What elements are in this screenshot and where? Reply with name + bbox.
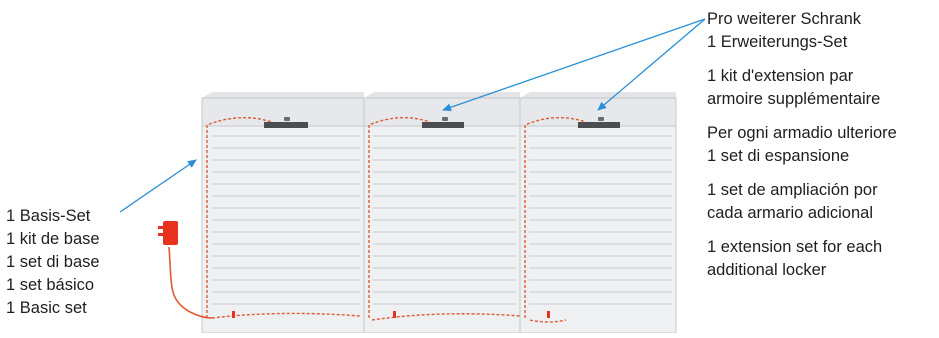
power-adapter-icon (158, 221, 178, 245)
right-label-line: 1 set de ampliación por (707, 181, 878, 199)
right-label-line: 1 extension set for each (707, 238, 883, 256)
lock-panel-icon (578, 122, 620, 128)
cabinet-right (519, 92, 677, 334)
right-label-line: Pro weiterer Schrank (707, 10, 862, 28)
right-label-group-es: 1 set de ampliación por cada armario adi… (707, 179, 897, 225)
right-label-line: 1 Erweiterungs-Set (707, 33, 848, 51)
left-label-block: 1 Basis-Set 1 kit de base 1 set di base … (6, 205, 100, 320)
left-label-3: 1 set di base (6, 253, 100, 271)
cabinet-middle (363, 92, 521, 334)
lock-panel-icon (422, 122, 464, 128)
left-label-4: 1 set básico (6, 276, 95, 294)
left-label-5: 1 Basic set (6, 299, 87, 317)
lock-panel-icon (264, 122, 308, 128)
left-label-2: 1 kit de base (6, 230, 100, 248)
right-label-group-it: Per ogni armadio ulteriore 1 set di espa… (707, 122, 897, 168)
right-label-line: armoire supplémentaire (707, 90, 881, 108)
right-label-block: Pro weiterer Schrank 1 Erweiterungs-Set … (707, 8, 897, 293)
right-label-line: additional locker (707, 261, 827, 279)
right-label-group-en: 1 extension set for each additional lock… (707, 236, 897, 282)
cabinet-left (201, 92, 365, 334)
right-label-group-fr: 1 kit d'extension par armoire supplément… (707, 65, 897, 111)
right-label-line: cada armario adicional (707, 204, 874, 222)
right-label-line: 1 set di espansione (707, 147, 850, 165)
left-label-1: 1 Basis-Set (6, 207, 91, 225)
right-label-group-de: Pro weiterer Schrank 1 Erweiterungs-Set (707, 8, 897, 54)
right-label-line: Per ogni armadio ulteriore (707, 124, 897, 142)
locker-diagram: 1 Basis-Set 1 kit de base 1 set di base … (0, 0, 939, 334)
right-label-line: 1 kit d'extension par (707, 67, 854, 85)
